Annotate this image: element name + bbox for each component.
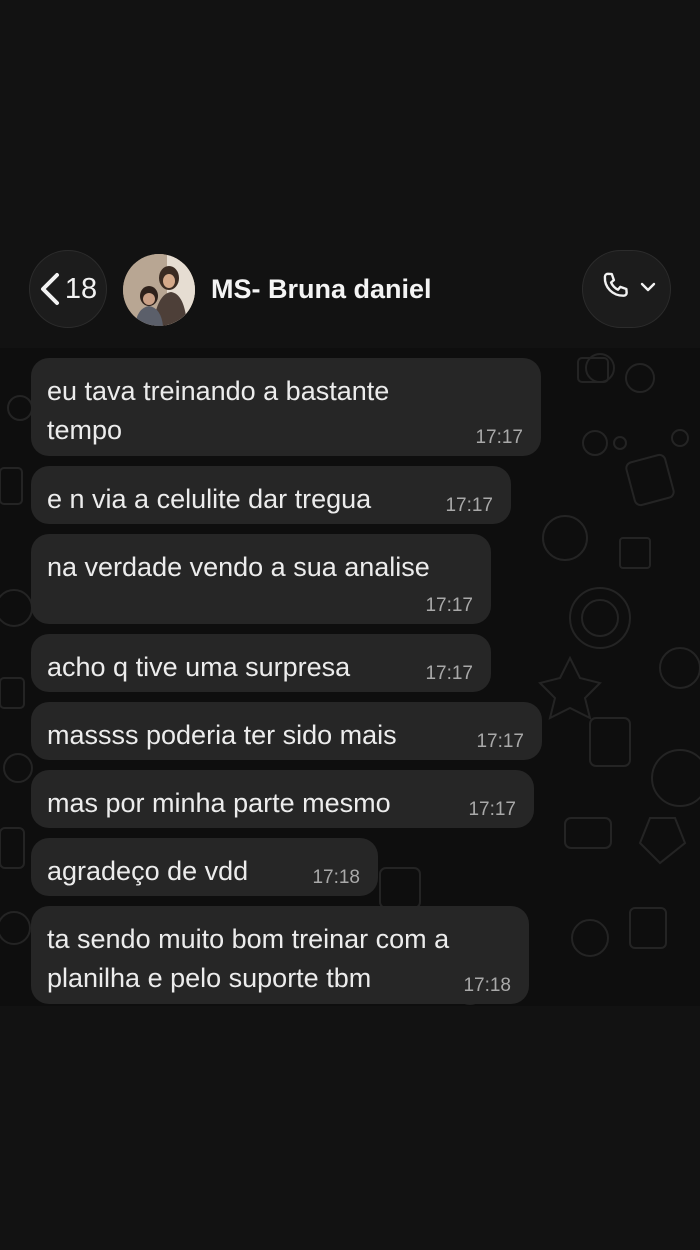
- back-button[interactable]: 18: [29, 250, 107, 328]
- message-time: 17:17: [425, 663, 473, 684]
- message-text: massss poderia ter sido mais: [47, 720, 397, 750]
- phone-icon: [598, 269, 634, 310]
- contact-name[interactable]: MS- Bruna daniel: [211, 274, 432, 305]
- message-text: acho q tive uma surpresa: [47, 652, 351, 682]
- unread-count: 18: [64, 272, 98, 305]
- message-bubble[interactable]: massss poderia ter sido mais 17:17: [31, 702, 542, 760]
- avatar[interactable]: [123, 254, 195, 326]
- message-time: 17:17: [476, 731, 524, 752]
- message-text: mas por minha parte mesmo: [47, 788, 391, 818]
- message-time: 17:17: [475, 427, 523, 448]
- message-text: eu tava treinando a bastante tempo: [47, 376, 390, 445]
- message-bubble[interactable]: ta sendo muito bom treinar com a planilh…: [31, 906, 529, 1004]
- message-bubble[interactable]: eu tava treinando a bastante tempo 17:17: [31, 358, 541, 456]
- message-bubble[interactable]: na verdade vendo a sua analise 17:17: [31, 534, 491, 624]
- message-text: e n via a celulite dar tregua: [47, 484, 372, 514]
- message-text: na verdade vendo a sua analise: [47, 552, 430, 582]
- message-time: 17:18: [463, 975, 511, 996]
- message-time: 17:17: [445, 495, 493, 516]
- call-button[interactable]: [582, 250, 671, 328]
- message-time: 17:17: [425, 595, 473, 616]
- message-bubble[interactable]: mas por minha parte mesmo 17:17: [31, 770, 534, 828]
- chevron-left-icon: [39, 272, 61, 306]
- message-bubble[interactable]: e n via a celulite dar tregua 17:17: [31, 466, 511, 524]
- chevron-down-icon: [640, 280, 656, 298]
- message-text: ta sendo muito bom treinar com a planilh…: [47, 924, 450, 993]
- message-time: 17:17: [468, 799, 516, 820]
- chat-header: 18 MS- Bruna daniel: [0, 242, 700, 348]
- message-bubble[interactable]: acho q tive uma surpresa 17:17: [31, 634, 491, 692]
- message-list[interactable]: eu tava treinando a bastante tempo 17:17…: [0, 348, 700, 1006]
- message-time: 17:18: [312, 867, 360, 888]
- message-bubble[interactable]: agradeço de vdd 17:18: [31, 838, 378, 896]
